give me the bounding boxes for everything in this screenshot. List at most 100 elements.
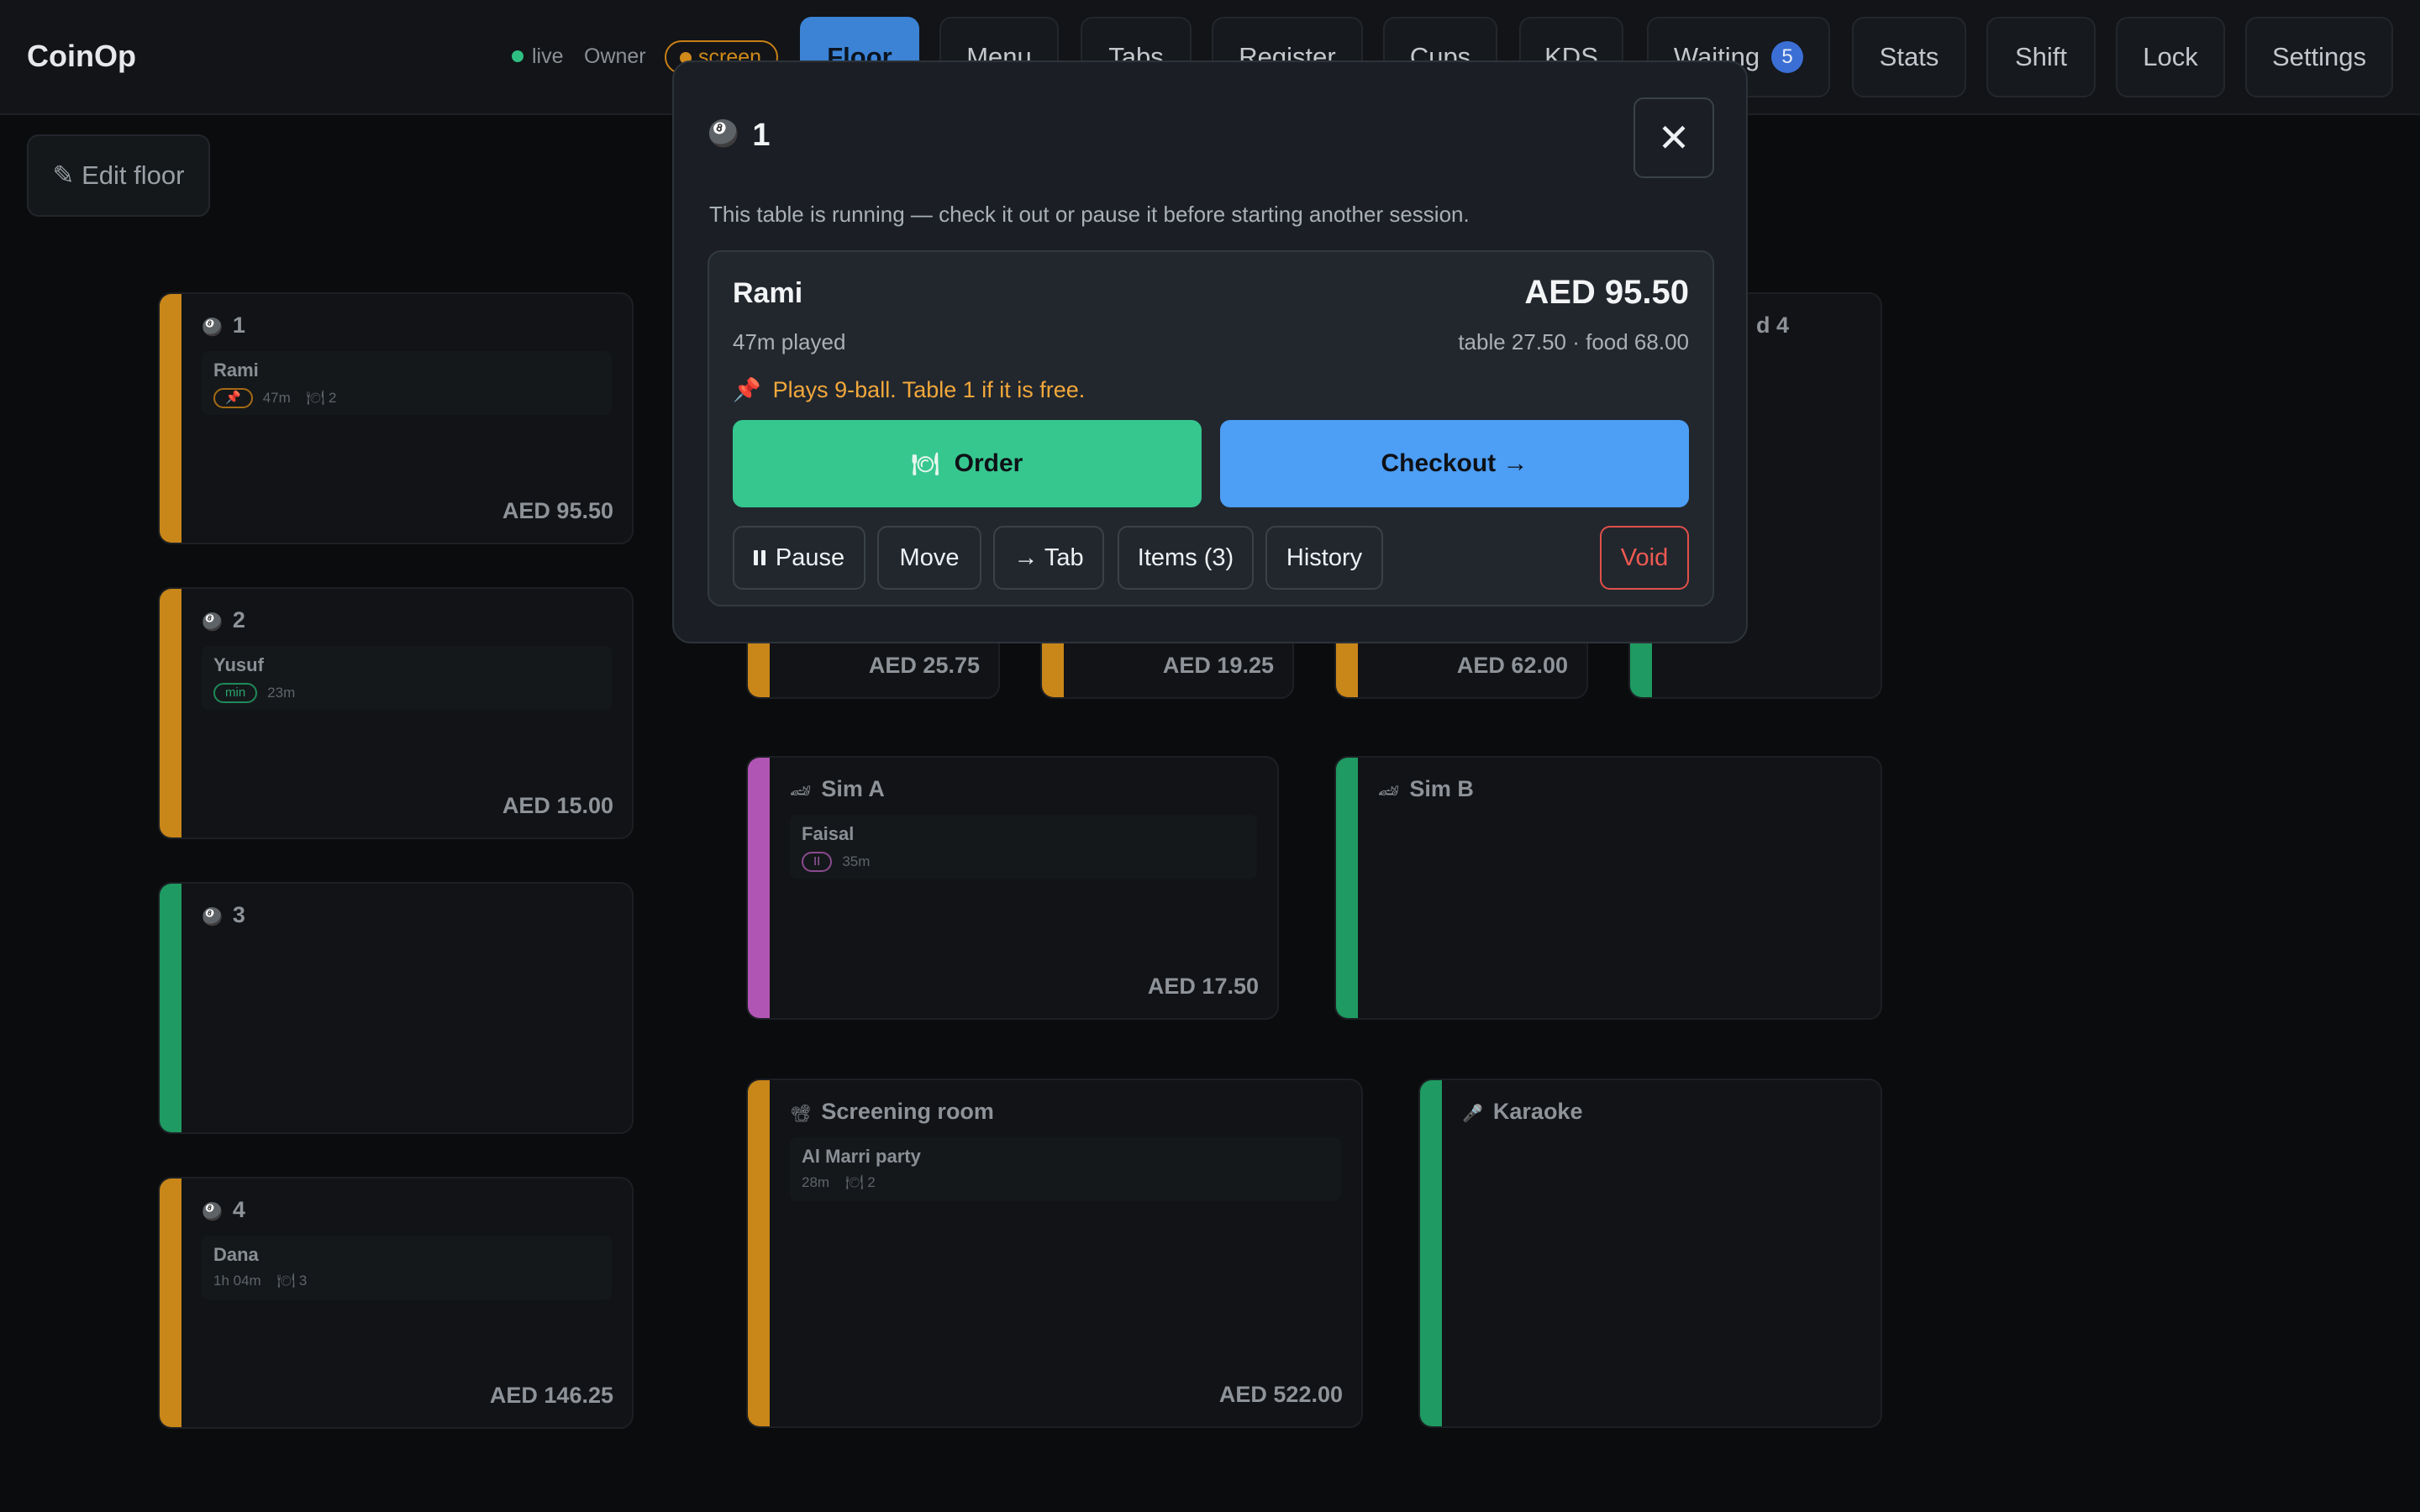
checkout-button[interactable]: Checkout → — [1220, 420, 1689, 507]
void-button[interactable]: Void — [1600, 526, 1689, 590]
card-title: 🏎 Sim A — [790, 776, 885, 802]
customer-name: Rami — [733, 277, 803, 309]
brand-logo: CoinOp — [27, 39, 136, 73]
card-name: Sim A — [821, 776, 885, 801]
session-total: AED 95.50 — [1524, 274, 1689, 311]
min-pill: min — [213, 683, 258, 703]
card-amount: AED 15.00 — [502, 793, 613, 818]
nav-stats[interactable]: Stats — [1852, 17, 1966, 97]
nav-shift[interactable]: Shift — [1986, 17, 2096, 97]
status-stripe — [1336, 758, 1358, 1018]
table-card-4[interactable]: 🎱 4 Dana 1h 04m 🍽 3 AED 146.25 — [158, 1177, 634, 1429]
edit-floor-button[interactable]: ✎ Edit floor — [27, 134, 210, 217]
items-button[interactable]: Items (3) — [1118, 526, 1254, 590]
paused-pill: II — [802, 852, 833, 872]
session-name: Yusuf — [213, 654, 264, 675]
card-title: 🎱 3 — [202, 902, 245, 928]
role-label: Owner — [584, 45, 646, 68]
pin-pill: 📌 — [213, 388, 253, 408]
card-title: 🎤 Karaoke — [1462, 1099, 1582, 1125]
table-card-3[interactable]: 🎱 3 — [158, 882, 634, 1134]
status-stripe — [160, 884, 182, 1132]
table-session-modal: 🎱 1 ✕ This table is running — check it ou… — [672, 60, 1748, 643]
pause-button[interactable]: Pause — [733, 526, 865, 590]
card-name: 3 — [232, 902, 245, 927]
session-time: 23m — [267, 685, 296, 701]
move-button[interactable]: Move — [877, 526, 981, 590]
session-meta: 28m 🍽 2 — [802, 1174, 876, 1191]
card-name: Sim B — [1409, 776, 1474, 801]
session-row: Al Marri party 28m 🍽 2 — [790, 1137, 1341, 1201]
waiting-count-badge: 5 — [1771, 41, 1804, 73]
close-button[interactable]: ✕ — [1634, 97, 1714, 178]
status-stripe — [1420, 1080, 1442, 1426]
card-name: 2 — [232, 607, 245, 633]
card-amount: AED 19.25 — [1162, 653, 1274, 678]
session-row: Faisal II 35m — [790, 815, 1257, 879]
screening-room-card[interactable]: 📽 Screening room Al Marri party 28m 🍽 2 A… — [746, 1079, 1363, 1428]
status-stripe — [160, 294, 182, 543]
order-button[interactable]: 🍽 Order — [733, 420, 1202, 507]
close-icon: ✕ — [1657, 116, 1691, 160]
card-amount: AED 62.00 — [1456, 653, 1568, 678]
status-stripe — [160, 589, 182, 837]
session-items: 🍽 2 — [844, 1174, 876, 1190]
session-time: 47m — [262, 390, 291, 406]
session-name: Dana — [213, 1244, 259, 1265]
pool-ball-icon: 🎱 — [202, 318, 223, 337]
card-name: 4 — [232, 1197, 245, 1222]
status-stripe — [748, 1080, 770, 1426]
sim-card-a[interactable]: 🏎 Sim A Faisal II 35m AED 17.50 — [746, 756, 1279, 1020]
session-row: Yusuf min 23m — [202, 646, 612, 710]
pool-ball-icon: 🎱 — [202, 1203, 223, 1221]
pin-icon: 📌 — [733, 377, 761, 402]
karaoke-card[interactable]: 🎤 Karaoke — [1418, 1079, 1882, 1428]
history-button[interactable]: History — [1265, 526, 1383, 590]
table-card-1[interactable]: 🎱 1 Rami 📌 47m 🍽 2 AED 95.50 — [158, 292, 634, 544]
card-title: d 4 — [1756, 312, 1790, 338]
card-amount: AED 17.50 — [1147, 974, 1259, 999]
card-amount: AED 95.50 — [502, 498, 613, 523]
pause-label: Pause — [775, 543, 845, 571]
modal-title: 🎱 1 — [708, 118, 771, 154]
session-meta: min 23m — [213, 683, 295, 703]
live-label: live — [532, 45, 564, 68]
card-title: 🎱 1 — [202, 312, 245, 339]
played-duration: 47m played — [733, 329, 846, 354]
status-stripe — [748, 758, 770, 1018]
card-title: 🏎 Sim B — [1378, 776, 1474, 802]
session-name: Rami — [213, 360, 259, 381]
session-panel: Rami AED 95.50 47m played table 27.50 · … — [708, 250, 1714, 606]
session-name: Faisal — [802, 823, 855, 844]
card-name: 1 — [232, 312, 245, 338]
cost-breakdown: table 27.50 · food 68.00 — [1458, 329, 1689, 354]
session-meta: 1h 04m 🍽 3 — [213, 1273, 307, 1289]
session-time: 1h 04m — [213, 1273, 261, 1289]
sim-card-b[interactable]: 🏎 Sim B — [1334, 756, 1882, 1020]
session-items: 🍽 3 — [276, 1273, 308, 1289]
card-name: Karaoke — [1492, 1099, 1583, 1124]
card-amount: AED 146.25 — [489, 1383, 613, 1408]
session-meta: 📌 47m 🍽 2 — [213, 388, 336, 408]
table-card-2[interactable]: 🎱 2 Yusuf min 23m AED 15.00 — [158, 587, 634, 839]
session-row: Rami 📌 47m 🍽 2 — [202, 351, 612, 415]
race-car-icon: 🏎 — [1378, 782, 1400, 801]
card-title: 📽 Screening room — [790, 1099, 994, 1125]
session-name: Al Marri party — [802, 1146, 921, 1167]
pool-ball-icon: 🎱 — [202, 908, 223, 927]
session-note: 📌 Plays 9-ball. Table 1 if it is free. — [733, 376, 1085, 403]
session-items: 🍽 2 — [306, 390, 337, 406]
film-camera-icon: 📽 — [790, 1105, 812, 1123]
session-time: 28m — [802, 1174, 830, 1190]
card-amount: AED 25.75 — [868, 653, 980, 678]
move-to-tab-button[interactable]: → Tab — [993, 526, 1104, 590]
modal-description: This table is running — check it out or … — [709, 202, 1470, 227]
session-row: Dana 1h 04m 🍽 3 — [202, 1236, 612, 1299]
status-stripe — [160, 1179, 182, 1427]
order-label: Order — [954, 449, 1023, 477]
nav-lock[interactable]: Lock — [2116, 17, 2225, 97]
pool-ball-icon: 🎱 — [708, 120, 739, 148]
pause-icon — [753, 550, 765, 565]
nav-settings[interactable]: Settings — [2245, 17, 2393, 97]
race-car-icon: 🏎 — [790, 782, 812, 801]
